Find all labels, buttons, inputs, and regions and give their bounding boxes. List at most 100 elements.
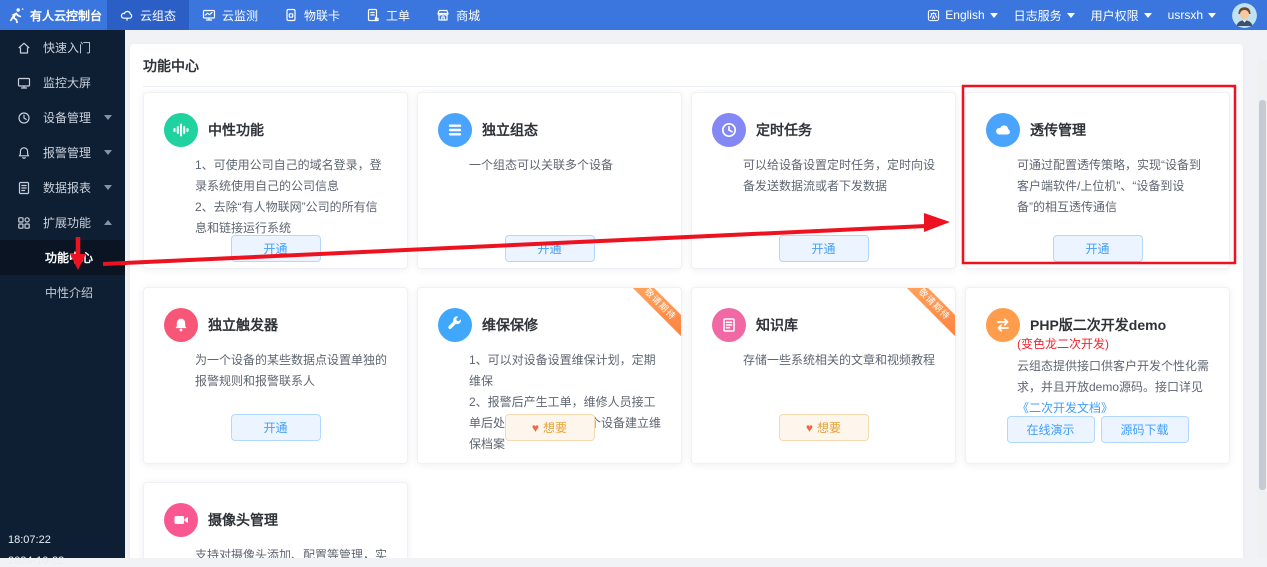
- card-passthrough-management: 透传管理 可通过配置透传策略，实现“设备到客户端软件/上位机”、“设备到设备”的…: [965, 92, 1230, 269]
- nav-tab-label: 物联卡: [304, 7, 340, 24]
- card-title: 独立组态: [482, 120, 538, 140]
- activate-button[interactable]: 开通: [505, 235, 595, 262]
- coming-soon-ribbon: 敬请期待: [895, 287, 956, 344]
- card-title: 定时任务: [756, 120, 812, 140]
- want-button[interactable]: ♥ 想要: [779, 414, 869, 441]
- scrollbar-track: [1258, 60, 1267, 558]
- main-content: 功能中心 中性功能 1、可使用公司自己的域名登录，登录系统使用自己的公司信息 2…: [125, 30, 1267, 558]
- online-demo-button[interactable]: 在线演示: [1007, 416, 1095, 443]
- card-title: 中性功能: [208, 120, 264, 140]
- heart-icon: ♥: [806, 422, 813, 434]
- clock-time: 18:07:22: [8, 534, 51, 546]
- chevron-up-icon: [104, 220, 112, 225]
- coming-soon-ribbon: 敬请期待: [621, 287, 682, 344]
- card-grid: 中性功能 1、可使用公司自己的域名登录，登录系统使用自己的公司信息 2、去除“有…: [130, 87, 1243, 558]
- source-download-button[interactable]: 源码下载: [1101, 416, 1189, 443]
- card-title: 摄像头管理: [208, 510, 278, 530]
- chevron-down-icon: [104, 150, 112, 155]
- want-button[interactable]: ♥ 想要: [505, 414, 595, 441]
- clock-date: 2024-10-22: [8, 555, 64, 567]
- dev-doc-link[interactable]: 《二次开发文档》: [1017, 401, 1113, 415]
- nav-tab-iot-sim[interactable]: 物联卡: [271, 0, 353, 30]
- activate-button[interactable]: 开通: [1053, 235, 1143, 262]
- equalizer-icon: [164, 113, 198, 147]
- card-description: 1、可使用公司自己的域名登录，登录系统使用自己的公司信息 2、去除“有人物联网”…: [195, 155, 389, 239]
- language-dropdown[interactable]: English: [927, 8, 997, 22]
- language-icon: [927, 9, 940, 22]
- sidebar-subitem-neutral-intro[interactable]: 中性介绍: [0, 275, 125, 310]
- bell-icon: [164, 308, 198, 342]
- log-service-label: 日志服务: [1014, 7, 1062, 24]
- activate-button[interactable]: 开通: [231, 414, 321, 441]
- card-description: 可以给设备设置定时任务，定时向设备发送数据流或者下发数据: [743, 155, 937, 197]
- card-title: 独立触发器: [208, 315, 278, 335]
- sidebar-item-data-report[interactable]: 数据报表: [0, 170, 125, 205]
- monitor-icon: [202, 8, 216, 22]
- sidebar-item-label: 报警管理: [43, 144, 91, 161]
- language-label: English: [945, 8, 984, 22]
- extension-icon: [17, 216, 31, 230]
- card-maintenance-repair: 敬请期待 维保保修 1、可以对设备设置维保计划，定期维保 2、报警后产生工单，维…: [417, 287, 682, 464]
- sidebar-subitem-feature-center[interactable]: 功能中心: [0, 240, 125, 275]
- report-icon: [17, 181, 31, 195]
- feature-center-panel: 功能中心 中性功能 1、可使用公司自己的域名登录，登录系统使用自己的公司信息 2…: [130, 44, 1243, 558]
- top-navbar: 有人云控制台 云组态 云监测 物联卡 工单 商城 English: [0, 0, 1267, 30]
- document-icon: [712, 308, 746, 342]
- nav-tab-cloud-scada[interactable]: 云组态: [107, 0, 189, 30]
- card-title: PHP版二次开发demo: [1030, 315, 1166, 335]
- user-avatar[interactable]: [1232, 3, 1257, 28]
- alarm-icon: [17, 146, 31, 160]
- scrollbar-thumb[interactable]: [1259, 100, 1266, 490]
- card-description: 支持对摄像头添加、配置等管理，实现对自己关注场景的画面监控: [195, 545, 389, 558]
- username-dropdown[interactable]: usrsxh: [1168, 8, 1216, 22]
- logo-run-icon: [8, 7, 25, 24]
- card-standalone-trigger: 独立触发器 为一个设备的某些数据点设置单独的报警规则和报警联系人 开通: [143, 287, 408, 464]
- card-description-text: 云组态提供接口供客户开发个性化需求，并且开放demo源码。接口详见: [1017, 359, 1209, 394]
- sidebar-subitem-label: 中性介绍: [45, 284, 93, 301]
- home-icon: [17, 41, 31, 55]
- card-description: 存储一些系统相关的文章和视频教程: [743, 350, 937, 371]
- card-title: 透传管理: [1030, 120, 1086, 140]
- user-permission-dropdown[interactable]: 用户权限: [1091, 7, 1152, 24]
- sidebar-item-quick-start[interactable]: 快速入门: [0, 30, 125, 65]
- user-permission-label: 用户权限: [1091, 7, 1139, 24]
- sidebar-item-alarm-management[interactable]: 报警管理: [0, 135, 125, 170]
- card-red-note: (变色龙二次开发): [1017, 334, 1211, 354]
- username-label: usrsxh: [1168, 8, 1203, 22]
- card-scheduled-task: 定时任务 可以给设备设置定时任务，定时向设备发送数据流或者下发数据 开通: [691, 92, 956, 269]
- chevron-down-icon: [104, 185, 112, 190]
- sidebar-item-label: 设备管理: [43, 109, 91, 126]
- sidebar-item-extensions[interactable]: 扩展功能: [0, 205, 125, 240]
- chevron-down-icon: [1144, 13, 1152, 18]
- nav-tab-cloud-monitor[interactable]: 云监测: [189, 0, 271, 30]
- layers-icon: [438, 113, 472, 147]
- activate-button[interactable]: 开通: [231, 235, 321, 262]
- card-neutral-feature: 中性功能 1、可使用公司自己的域名登录，登录系统使用自己的公司信息 2、去除“有…: [143, 92, 408, 269]
- log-service-dropdown[interactable]: 日志服务: [1014, 7, 1075, 24]
- sidebar-item-device-management[interactable]: 设备管理: [0, 100, 125, 135]
- sidebar-item-label: 监控大屏: [43, 74, 91, 91]
- activate-button[interactable]: 开通: [779, 235, 869, 262]
- nav-tab-work-order[interactable]: 工单: [353, 0, 423, 30]
- card-title: 维保保修: [482, 315, 538, 335]
- chevron-down-icon: [1208, 13, 1216, 18]
- card-camera-management: 摄像头管理 支持对摄像头添加、配置等管理，实现对自己关注场景的画面监控: [143, 482, 408, 558]
- brand-title: 有人云控制台: [30, 7, 102, 24]
- brand: 有人云控制台: [0, 0, 107, 30]
- nav-tab-label: 云组态: [140, 7, 176, 24]
- nav-tab-label: 商城: [456, 7, 480, 24]
- work-order-icon: [366, 8, 380, 22]
- sidebar: 快速入门 监控大屏 设备管理 报警管理 数据报表 扩展功能 功能中心 中性介绍 …: [0, 30, 125, 558]
- chevron-down-icon: [104, 115, 112, 120]
- card-title: 知识库: [756, 315, 798, 335]
- card-knowledge-base: 敬请期待 知识库 存储一些系统相关的文章和视频教程 ♥ 想要: [691, 287, 956, 464]
- nav-tab-mall[interactable]: 商城: [423, 0, 493, 30]
- sidebar-item-label: 快速入门: [43, 39, 91, 56]
- sidebar-item-monitor-screen[interactable]: 监控大屏: [0, 65, 125, 100]
- page-title: 功能中心: [130, 44, 1243, 86]
- sidebar-item-label: 数据报表: [43, 179, 91, 196]
- chevron-down-icon: [990, 13, 998, 18]
- transfer-arrows-icon: [986, 308, 1020, 342]
- nav-tab-label: 工单: [386, 7, 410, 24]
- card-description: 云组态提供接口供客户开发个性化需求，并且开放demo源码。接口详见《二次开发文档…: [1017, 356, 1211, 419]
